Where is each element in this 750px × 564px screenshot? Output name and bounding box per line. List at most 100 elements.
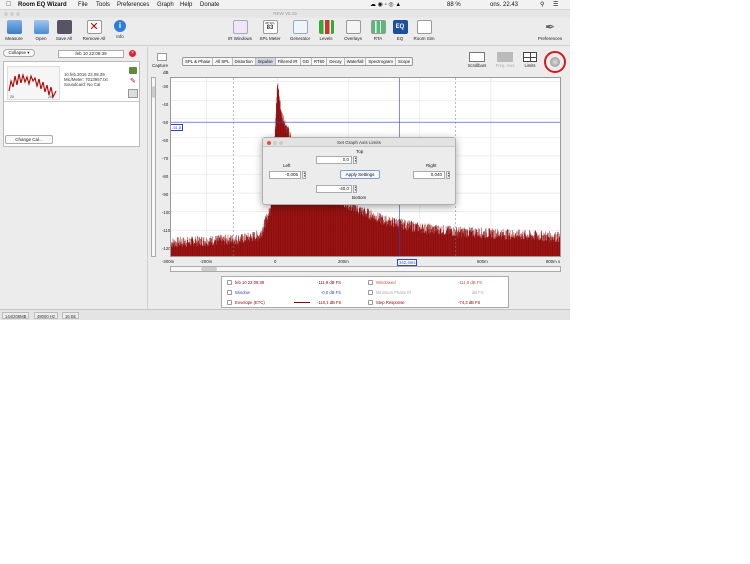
- camera-icon[interactable]: [157, 53, 167, 61]
- toolbar: Measure Open Save All ✕ Remove All i Inf…: [0, 18, 570, 46]
- minimize-window-button[interactable]: [10, 12, 14, 16]
- menu-graph[interactable]: Graph: [157, 0, 174, 10]
- measurement-entry[interactable]: 20 20k 10.feb.2016 22.08.39 Mic/Meter: 7…: [4, 62, 139, 102]
- tab-filtered-ir[interactable]: Filtered IR: [276, 58, 301, 65]
- legend-min-phase-value: dB FS: [472, 290, 484, 295]
- y-tick: -60: [162, 138, 169, 143]
- legend-checkbox-measurement[interactable]: [227, 280, 232, 285]
- x-tick: 600m: [477, 259, 488, 264]
- tab-rt60[interactable]: RT60: [312, 58, 328, 65]
- tab-spl-phase[interactable]: SPL & Phase: [183, 58, 214, 65]
- y-tick: -70: [162, 156, 169, 161]
- limits-icon: [523, 52, 537, 62]
- axis-limits-dialog: Set Graph Axis Limits Top 0,0 ▲ ▼ Left -0…: [262, 137, 456, 205]
- tab-gd[interactable]: GD: [301, 58, 312, 65]
- left-value-field[interactable]: -0,005: [269, 171, 301, 179]
- search-icon[interactable]: ⚲: [540, 0, 544, 10]
- tab-impulse[interactable]: Impulse: [255, 58, 276, 65]
- top-stepper[interactable]: ▲ ▼: [353, 156, 357, 164]
- tab-waterfall[interactable]: Waterfall: [345, 58, 367, 65]
- menu-help[interactable]: Help: [180, 0, 192, 10]
- scrollbars-button[interactable]: Scrollbars: [463, 52, 491, 68]
- cursor-x-readout: 342,4ms: [397, 259, 418, 266]
- settings-gear-icon[interactable]: [550, 57, 560, 67]
- generator-button[interactable]: Generator: [287, 20, 313, 41]
- top-value-field[interactable]: 0,0: [316, 156, 352, 164]
- wrench-icon: ✒: [544, 20, 556, 34]
- ir-windows-button[interactable]: IR Windows: [225, 20, 255, 41]
- measurement-name-field[interactable]: feb 10 22:08:39: [58, 50, 124, 58]
- overlays-button[interactable]: Overlays: [340, 20, 366, 41]
- x-tick: 800m s: [546, 259, 561, 264]
- legend-checkbox-step[interactable]: [368, 300, 373, 305]
- dialog-close-button[interactable]: [267, 141, 271, 145]
- capture-label[interactable]: Capture: [152, 63, 168, 68]
- left-stepper[interactable]: ▲ ▼: [302, 171, 306, 179]
- x-tick: 0: [274, 259, 277, 264]
- bottom-value-field[interactable]: -40,0: [316, 185, 352, 193]
- legend-checkbox-min-phase[interactable]: [368, 290, 373, 295]
- menu-file[interactable]: File: [78, 0, 88, 10]
- levels-button[interactable]: Levels: [316, 20, 336, 41]
- dialog-title-bar: Set Graph Axis Limits: [263, 138, 455, 147]
- tab-all-spl[interactable]: All SPL: [213, 58, 233, 65]
- dialog-title: Set Graph Axis Limits: [337, 140, 381, 145]
- levels-icon: [318, 20, 334, 34]
- legend-checkbox-window[interactable]: [227, 290, 232, 295]
- bottom-stepper[interactable]: ▲ ▼: [353, 185, 357, 193]
- zoom-window-button[interactable]: [16, 12, 20, 16]
- status-icons: ☁ ◉ ▫ ◎ ▲: [370, 2, 402, 8]
- preferences-button[interactable]: ✒ Preferences: [534, 20, 566, 41]
- info-button[interactable]: i Info: [112, 20, 128, 39]
- app-menu[interactable]: Room EQ Wizard: [18, 0, 67, 10]
- edit-pencil-icon[interactable]: ✎: [130, 77, 136, 85]
- y-tick: -40: [162, 102, 169, 107]
- legend-step-value: -74,3 dB FS: [458, 300, 481, 305]
- apply-settings-button[interactable]: Apply Settings: [340, 170, 380, 179]
- measurement-info-icon[interactable]: [128, 89, 138, 98]
- apple-icon[interactable]: : [6, 0, 11, 10]
- room-sim-button[interactable]: Room Sim: [412, 20, 436, 41]
- rta-button[interactable]: RTA: [370, 20, 386, 41]
- vertical-scrollbar[interactable]: [151, 77, 156, 257]
- left-label: Left: [283, 163, 291, 168]
- legend-checkbox-envelope[interactable]: [227, 300, 232, 305]
- clock: ons. 22.43: [490, 2, 519, 8]
- list-icon[interactable]: ☰: [553, 0, 558, 10]
- tab-distortion[interactable]: Distortion: [233, 58, 256, 65]
- legend-step-label: Step Response: [376, 300, 405, 305]
- legend-checkbox-windowed[interactable]: [368, 280, 373, 285]
- change-cal-button[interactable]: Change Cal...: [5, 135, 53, 144]
- dialog-minimize-button[interactable]: [273, 141, 277, 145]
- tab-scope[interactable]: Scope: [396, 58, 412, 65]
- close-window-button[interactable]: [4, 12, 8, 16]
- spl-meter-button[interactable]: dB SPL 83 SPL Meter: [257, 20, 283, 41]
- measure-button[interactable]: Measure: [4, 20, 24, 41]
- save-all-button[interactable]: Save All: [53, 20, 75, 41]
- collapse-button[interactable]: Collapse ▾: [3, 49, 35, 57]
- right-stepper[interactable]: ▲ ▼: [446, 171, 450, 179]
- rta-icon: [370, 20, 386, 34]
- horizontal-scrollbar[interactable]: [170, 266, 561, 272]
- dialog-zoom-button[interactable]: [279, 141, 283, 145]
- thumb-axis-left: 20: [10, 95, 14, 99]
- vertical-scrollbar-thumb[interactable]: [152, 86, 155, 98]
- menu-tools[interactable]: Tools: [96, 0, 110, 10]
- save-measurement-icon[interactable]: [129, 67, 137, 74]
- tab-decay[interactable]: Decay: [327, 58, 345, 65]
- eq-button[interactable]: EQ EQ: [392, 20, 408, 41]
- legend-measurement-label: feb 10 22:08:39: [235, 280, 265, 285]
- scrollbar-thumb[interactable]: [201, 267, 217, 271]
- menu-preferences[interactable]: Preferences: [117, 0, 149, 10]
- limits-button[interactable]: Limits: [520, 52, 540, 68]
- measurements-panel: Collapse ▾ feb 10 22:08:39 × 20 20k 10.f…: [0, 47, 148, 309]
- open-button[interactable]: Open: [31, 20, 51, 41]
- thumb-axis-right: 20k: [48, 95, 54, 99]
- freq-axis-button[interactable]: Freq. Axis: [492, 52, 518, 68]
- right-value-field[interactable]: 0,040: [413, 171, 445, 179]
- remove-all-button[interactable]: ✕ Remove All: [80, 20, 108, 41]
- tab-spectrogram[interactable]: Spectrogram: [366, 58, 397, 65]
- menu-donate[interactable]: Donate: [200, 0, 219, 10]
- remove-measurement-icon[interactable]: ×: [129, 50, 136, 57]
- freq-axis-icon: [497, 52, 513, 62]
